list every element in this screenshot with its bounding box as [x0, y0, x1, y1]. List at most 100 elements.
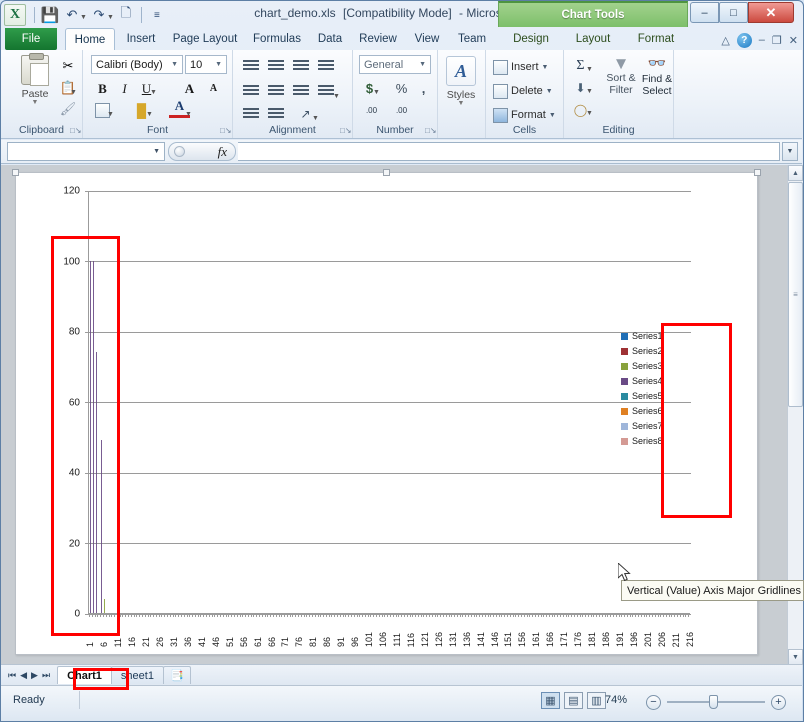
paste-dropdown-icon[interactable]: ▼ — [32, 100, 39, 106]
legend-entry[interactable]: Series1 — [621, 331, 679, 341]
chart-data-bar[interactable] — [101, 440, 102, 613]
paste-button[interactable]: Paste ▼ — [13, 55, 57, 117]
name-box[interactable]: ▼ — [7, 142, 165, 161]
styles-button[interactable]: A Styles ▼ — [441, 56, 481, 116]
tab-data[interactable]: Data — [309, 28, 351, 50]
value-axis-major-gridline[interactable] — [89, 191, 691, 192]
value-axis-major-gridline[interactable] — [89, 261, 691, 262]
orientation-dropdown-icon[interactable]: ▼ — [312, 110, 319, 122]
accounting-dropdown-icon[interactable]: ▼ — [373, 84, 380, 96]
maximize-button[interactable]: □ — [719, 2, 748, 23]
tab-home[interactable]: Home — [65, 28, 115, 50]
page-break-preview-icon[interactable]: ▥ — [587, 692, 606, 709]
font-size-combo[interactable]: 10 ▼ — [185, 55, 227, 74]
tab-page-layout[interactable]: Page Layout — [165, 28, 245, 50]
comma-format-icon[interactable]: , — [413, 78, 434, 99]
copy-dropdown-icon[interactable]: ▼ — [70, 84, 77, 96]
page-layout-view-icon[interactable]: ▤ — [564, 692, 583, 709]
delete-dropdown-icon[interactable]: ▼ — [546, 88, 553, 95]
font-color-dropdown-icon[interactable]: ▼ — [185, 106, 192, 118]
grow-font-button[interactable]: A — [179, 78, 200, 99]
legend-entry[interactable]: Series3 — [621, 361, 679, 371]
ribbon-tab-strip[interactable]: File Home Insert Page Layout Formulas Da… — [1, 28, 802, 50]
previous-sheet-icon[interactable]: ◀ — [20, 670, 27, 681]
font-dialog-launcher[interactable]: □↘ — [220, 126, 229, 135]
save-icon[interactable]: 💾 — [40, 5, 60, 25]
legend-entry[interactable]: Series2 — [621, 346, 679, 356]
minimize-ribbon-icon[interactable]: △ — [721, 34, 729, 47]
zoom-slider-thumb[interactable] — [709, 695, 718, 709]
zoom-slider[interactable]: − + — [646, 693, 786, 711]
value-axis-major-gridline[interactable] — [89, 543, 691, 544]
chart-data-bar[interactable] — [104, 599, 105, 613]
undo-dropdown-icon[interactable]: ▼ — [80, 9, 87, 21]
autosum-dropdown-icon[interactable]: ▼ — [586, 61, 593, 73]
zoom-slider-track[interactable] — [667, 701, 765, 703]
tab-design[interactable]: Design — [501, 28, 561, 50]
vertical-scrollbar-thumb[interactable]: ≡ — [788, 182, 803, 407]
increase-indent-icon[interactable] — [266, 104, 286, 122]
format-dropdown-icon[interactable]: ▼ — [549, 112, 556, 119]
insert-dropdown-icon[interactable]: ▼ — [542, 64, 549, 71]
legend-entry[interactable]: Series7 — [621, 421, 679, 431]
new-icon[interactable]: 🗋 — [116, 5, 136, 25]
sheet-tab-sheet1[interactable]: sheet1 — [111, 666, 164, 684]
cut-icon[interactable]: ✂ — [57, 56, 79, 76]
insert-function-button[interactable]: fx — [168, 142, 236, 161]
chart-data-bar[interactable] — [93, 261, 94, 614]
align-top-icon[interactable] — [241, 56, 261, 74]
scroll-down-icon[interactable]: ▼ — [788, 649, 803, 665]
tab-format[interactable]: Format — [625, 28, 687, 50]
zoom-out-button[interactable]: − — [646, 695, 661, 710]
close-button[interactable]: ✕ — [748, 2, 794, 23]
wrap-text-icon[interactable] — [316, 56, 336, 74]
restore-down-icon[interactable]: – — [759, 34, 765, 46]
chart-plot-area[interactable]: 0204060801001201611162126313641465156616… — [88, 191, 690, 614]
chart-resize-handle-top-center[interactable] — [383, 169, 390, 176]
align-middle-icon[interactable] — [266, 56, 286, 74]
undo-icon[interactable]: ↶ — [62, 5, 82, 25]
tab-layout[interactable]: Layout — [563, 28, 623, 50]
chart-resize-handle-top-left[interactable] — [12, 169, 19, 176]
redo-icon[interactable]: ↷ — [89, 5, 109, 25]
last-sheet-icon[interactable]: ⏭ — [42, 670, 50, 681]
increase-decimal-icon[interactable]: .00 — [361, 100, 382, 121]
tab-view[interactable]: View — [405, 28, 449, 50]
align-right-icon[interactable] — [291, 81, 311, 99]
legend-entry[interactable]: Series8 — [621, 436, 679, 446]
sheet-tab-chart1[interactable]: Chart1 — [57, 666, 112, 684]
value-axis-major-gridline[interactable] — [89, 402, 691, 403]
expand-formula-bar-icon[interactable]: ▼ — [782, 142, 798, 161]
tab-review[interactable]: Review — [351, 28, 405, 50]
italic-button[interactable]: I — [114, 78, 135, 99]
view-shortcut-buttons[interactable]: ▦ ▤ ▥ — [541, 692, 606, 709]
value-axis-major-gridline[interactable] — [89, 332, 691, 333]
fill-dropdown-icon[interactable]: ▼ — [586, 83, 593, 95]
sort-and-filter-button[interactable]: ▼ Sort & Filter — [604, 55, 638, 96]
normal-view-icon[interactable]: ▦ — [541, 692, 560, 709]
percent-format-icon[interactable]: % — [391, 78, 412, 99]
merge-dropdown-icon[interactable]: ▼ — [333, 88, 340, 100]
tab-file[interactable]: File — [5, 28, 57, 50]
number-dialog-launcher[interactable]: □↘ — [425, 126, 434, 135]
value-axis-major-gridline[interactable] — [89, 473, 691, 474]
insert-cells-button[interactable]: Insert ▼ — [493, 57, 548, 77]
bold-button[interactable]: B — [92, 78, 113, 99]
chart-data-bar[interactable] — [96, 352, 97, 613]
format-cells-button[interactable]: Format ▼ — [493, 105, 556, 125]
font-name-chevron-down-icon[interactable]: ▼ — [167, 61, 182, 68]
formula-input[interactable] — [238, 142, 780, 161]
chart-data-bar[interactable] — [90, 261, 91, 614]
tab-team[interactable]: Team — [449, 28, 495, 50]
align-bottom-icon[interactable] — [291, 56, 311, 74]
next-sheet-icon[interactable]: ▶ — [31, 670, 38, 681]
minimize-button[interactable]: – — [690, 2, 719, 23]
tab-insert[interactable]: Insert — [117, 28, 165, 50]
align-center-icon[interactable] — [266, 81, 286, 99]
shrink-font-button[interactable]: A — [203, 78, 224, 99]
align-left-icon[interactable] — [241, 81, 261, 99]
name-box-chevron-down-icon[interactable]: ▼ — [153, 148, 164, 155]
first-sheet-icon[interactable]: ⏮ — [8, 670, 16, 681]
delete-cells-button[interactable]: Delete ▼ — [493, 81, 553, 101]
redo-dropdown-icon[interactable]: ▼ — [107, 9, 114, 21]
